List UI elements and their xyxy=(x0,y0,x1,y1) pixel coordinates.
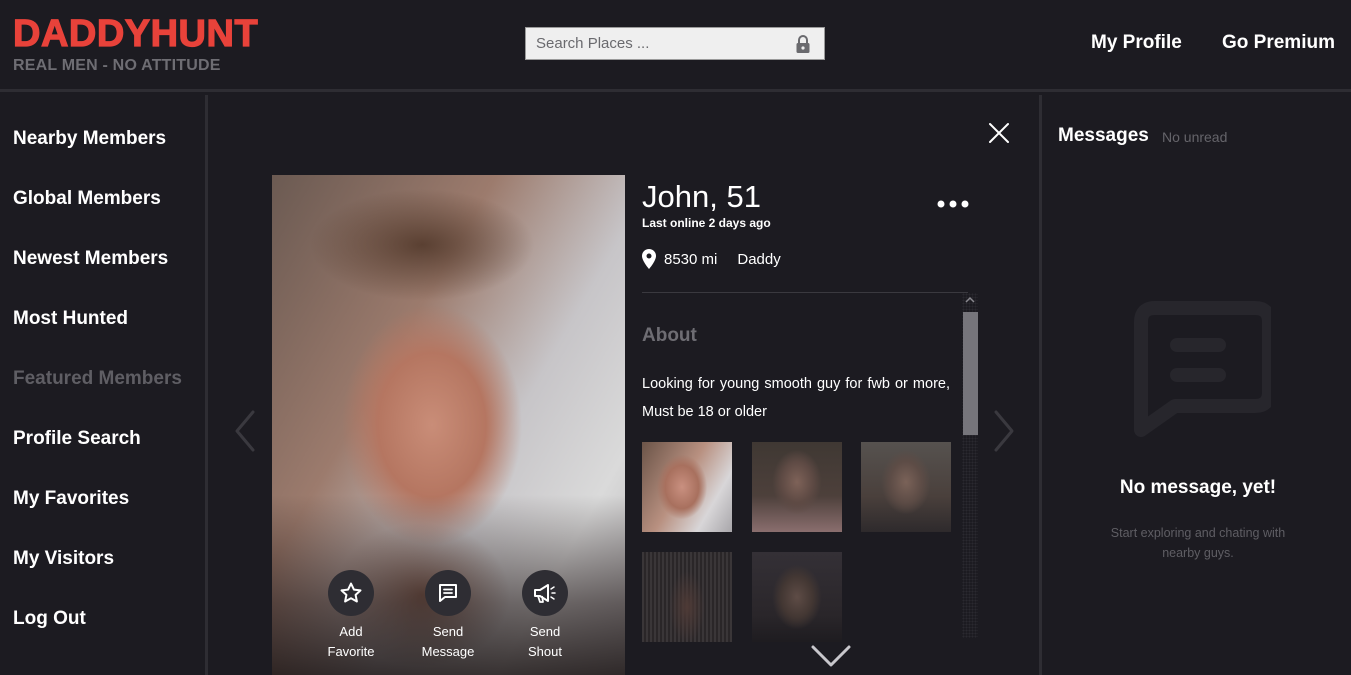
profile-view: Add Favorite Send Message Send Shout Joh… xyxy=(211,95,1039,675)
previous-arrow-icon[interactable] xyxy=(233,409,257,453)
sidebar-item-global-members[interactable]: Global Members xyxy=(13,188,161,210)
location-pin-icon xyxy=(642,249,656,269)
sidebar-item-profile-search[interactable]: Profile Search xyxy=(13,428,141,450)
lock-icon xyxy=(796,35,810,53)
add-favorite-button[interactable]: Add Favorite xyxy=(306,570,396,662)
header: DADDYHUNT REAL MEN - NO ATTITUDE My Prof… xyxy=(0,0,1351,92)
logo[interactable]: DADDYHUNT xyxy=(12,13,258,54)
sidebar-item-my-visitors[interactable]: My Visitors xyxy=(13,548,114,570)
scrollbar-thumb[interactable] xyxy=(963,312,978,435)
send-message-label-2: Message xyxy=(421,644,475,659)
sidebar-item-my-favorites[interactable]: My Favorites xyxy=(13,488,129,510)
sidebar-item-featured-members[interactable]: Featured Members xyxy=(13,368,182,390)
profile-details-scroll[interactable]: About Looking for young smooth guy for f… xyxy=(642,293,982,675)
about-text: Looking for young smooth guy for fwb or … xyxy=(642,376,950,420)
search-box[interactable] xyxy=(525,27,825,60)
go-premium-link[interactable]: Go Premium xyxy=(1222,32,1335,54)
photo-thumbnail-1[interactable] xyxy=(642,442,732,532)
empty-messages-title: No message, yet! xyxy=(1119,477,1277,498)
sidebar: Nearby Members Global Members Newest Mem… xyxy=(0,95,208,675)
photo-thumbnail-4[interactable] xyxy=(642,552,732,642)
send-shout-label-2: Shout xyxy=(528,644,562,659)
profile-name-age: John, 51 xyxy=(642,179,761,214)
send-message-label-1: Send xyxy=(432,624,464,639)
details-scrollbar[interactable] xyxy=(962,293,978,638)
role-tag: Daddy xyxy=(737,250,781,268)
distance: 8530 mi xyxy=(664,250,718,268)
chat-bubble-icon xyxy=(1134,301,1271,437)
scroll-up-icon[interactable] xyxy=(964,295,976,305)
send-shout-button[interactable]: Send Shout xyxy=(500,570,590,662)
location-row: 8530 mi Daddy xyxy=(642,248,781,270)
close-icon[interactable] xyxy=(988,122,1010,144)
photo-thumbnail-2[interactable] xyxy=(752,442,842,532)
unread-status: No unread xyxy=(1162,129,1228,145)
profile-photo[interactable]: Add Favorite Send Message Send Shout xyxy=(272,175,625,675)
sidebar-item-newest-members[interactable]: Newest Members xyxy=(13,248,168,270)
add-favorite-label-2: Favorite xyxy=(327,644,375,659)
tagline: REAL MEN - NO ATTITUDE xyxy=(13,57,221,74)
send-message-button[interactable]: Send Message xyxy=(403,570,493,662)
profile-info: John, 51 Last online 2 days ago 8530 mi … xyxy=(642,175,982,675)
about-heading: About xyxy=(642,325,697,346)
more-options-icon[interactable] xyxy=(936,195,970,213)
star-icon xyxy=(340,582,362,603)
message-icon xyxy=(439,584,457,602)
sidebar-item-log-out[interactable]: Log Out xyxy=(13,608,86,630)
photo-thumbnail-5[interactable] xyxy=(752,552,842,642)
chevron-down-icon[interactable] xyxy=(810,643,852,669)
sidebar-item-most-hunted[interactable]: Most Hunted xyxy=(13,308,128,330)
megaphone-icon xyxy=(534,584,556,603)
next-arrow-icon[interactable] xyxy=(992,409,1016,453)
search-input[interactable] xyxy=(526,28,786,59)
sidebar-item-nearby-members[interactable]: Nearby Members xyxy=(13,128,166,150)
add-favorite-label-1: Add xyxy=(339,624,363,639)
last-online-status: Last online 2 days ago xyxy=(642,216,771,230)
photo-thumbnail-3[interactable] xyxy=(861,442,951,532)
my-profile-link[interactable]: My Profile xyxy=(1091,32,1182,54)
empty-messages-subtitle: Start exploring and chating with nearby … xyxy=(1110,526,1286,560)
send-shout-label-1: Send xyxy=(529,624,561,639)
messages-heading: Messages xyxy=(1058,125,1149,146)
messages-panel: Messages No unread No message, yet! Star… xyxy=(1039,95,1351,675)
